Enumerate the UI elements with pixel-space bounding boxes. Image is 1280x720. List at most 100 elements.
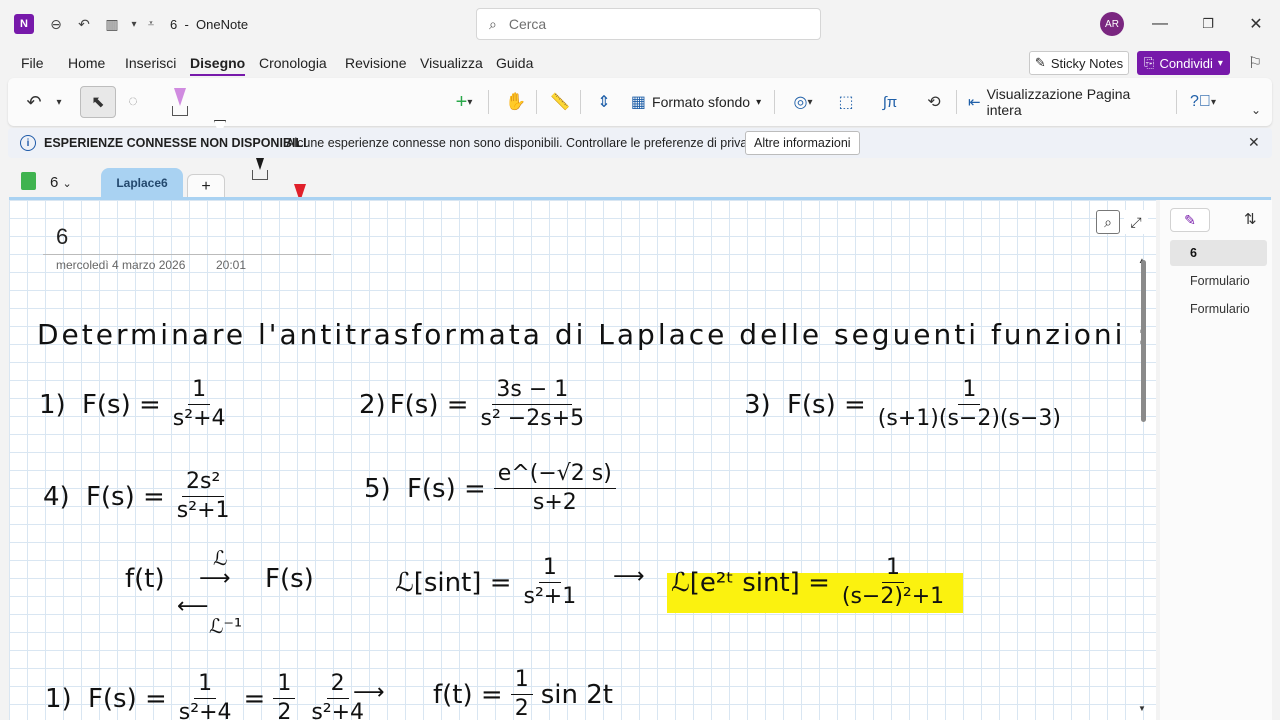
close-icon[interactable]: ✕ <box>1248 134 1260 151</box>
customize-toolbar-icon[interactable]: ⩡ <box>144 12 158 36</box>
minimize-icon[interactable]: — <box>1148 12 1172 36</box>
ribbon-divider <box>488 90 489 114</box>
menu-disegno[interactable]: Disegno <box>190 55 246 76</box>
ribbon-divider <box>580 90 581 114</box>
ink-shift-lhs: ℒ[e²ᵗ sint] = <box>671 567 830 598</box>
scroll-down-icon[interactable]: ▼ <box>1138 704 1146 713</box>
ink-p2-den: s² −2s+5 <box>480 406 585 432</box>
ink-to-math-icon[interactable]: ∫π <box>878 86 902 118</box>
full-page-view-label: Visualizzazione Pagina intera <box>986 86 1131 118</box>
pen-lilac-tip <box>174 88 186 106</box>
chevron-down-icon: ▾ <box>807 96 813 108</box>
menu-guida[interactable]: Guida <box>496 55 533 71</box>
ruler-icon[interactable]: 📏 <box>548 86 572 118</box>
more-info-button[interactable]: Altre informazioni <box>745 131 860 155</box>
insert-space-icon[interactable]: ⇕ <box>592 86 616 118</box>
lasso-select-icon[interactable]: ◌ <box>121 86 145 118</box>
ink-sin-den: s²+1 <box>523 584 577 610</box>
search-input[interactable]: ⌕ Cerca <box>476 8 821 40</box>
ink-sol1-result: f(t) = 12 sin 2t <box>433 667 613 720</box>
privacy-infobar: i ESPERIENZE CONNESSE NON DISPONIBILI Al… <box>8 128 1272 158</box>
ink-sol1-label: 1) <box>45 683 72 714</box>
back-icon[interactable]: ⊖ <box>46 12 66 36</box>
close-icon[interactable]: ✕ <box>1244 12 1268 36</box>
page-item-formulario[interactable]: Formulario <box>1170 268 1267 294</box>
ink-p3-den: (s+1)(s−2)(s−3) <box>877 406 1061 432</box>
chevron-down-icon: ▾ <box>467 96 473 108</box>
chevron-down-icon: ▾ <box>1210 96 1216 108</box>
ink-shift-fraction: 1 (s−2)²+1 <box>838 555 948 610</box>
ink-shift-den: (s−2)²+1 <box>841 584 945 610</box>
page-canvas[interactable]: 6 mercoledì 4 marzo 2026 20:01 ⌕ ⤢ Deter… <box>9 200 1156 720</box>
help-icon[interactable]: ?⃝ ▾ <box>1186 86 1220 118</box>
pen-toolbar-icon[interactable]: ▥ <box>100 12 124 36</box>
ink-p5-num: e^(−√2 s) <box>493 461 616 490</box>
ink-p3-fraction: 1 (s+1)(s−2)(s−3) <box>874 377 1065 432</box>
page-scrollbar[interactable]: ▲ ▼ <box>1138 256 1147 716</box>
undo-icon[interactable]: ↶ <box>22 86 46 118</box>
sort-pages-icon[interactable]: ⇅ <box>1244 210 1257 228</box>
menu-revisione[interactable]: Revisione <box>345 55 406 71</box>
feedback-icon[interactable]: ⚐ <box>1244 52 1266 74</box>
ink-problem-3: 3) F(s) = 1 (s+1)(s−2)(s−3) <box>744 377 1069 432</box>
ink-map-arrow-back: ⟵ <box>177 594 209 619</box>
ink-p1-num: 1 <box>188 377 211 406</box>
ink-p2-fraction: 3s − 1 s² −2s+5 <box>477 377 589 432</box>
page-item-6[interactable]: 6 <box>1170 240 1267 266</box>
sticky-notes-button[interactable]: ✎ Sticky Notes <box>1029 51 1129 75</box>
expand-icon[interactable]: ⤢ <box>1124 210 1148 234</box>
ink-to-shape-icon[interactable]: ⬚ <box>834 86 858 118</box>
page-item-formulario-2[interactable]: Formulario <box>1170 296 1267 322</box>
search-icon[interactable]: ⌕ <box>1096 210 1120 234</box>
ribbon-divider <box>956 90 957 114</box>
sticky-notes-label: Sticky Notes <box>1050 55 1124 71</box>
infobar-title: ESPERIENZE CONNESSE NON DISPONIBILI <box>44 136 307 150</box>
ink-heading: Determinare l'antitrasformata di Laplace… <box>37 318 1150 351</box>
ribbon-divider <box>536 90 537 114</box>
ink-p1-fraction: 1 s²+4 <box>169 377 230 431</box>
add-page-button[interactable]: ✎ <box>1170 208 1210 232</box>
ink-p3-label: 3) <box>744 389 771 420</box>
ink-p3-lhs: F(s) = <box>786 389 866 420</box>
shapes-icon[interactable]: ◎ ▾ <box>786 86 820 118</box>
share-icon: ⎘ <box>1144 55 1155 70</box>
select-tool-icon[interactable]: ⬉ <box>80 86 116 118</box>
restore-icon[interactable]: ❐ <box>1196 12 1220 36</box>
hand-pan-icon[interactable]: ✋ <box>504 86 528 118</box>
infobar-message: Alcune esperienze connesse non sono disp… <box>286 136 763 150</box>
pen-lilac[interactable] <box>170 86 190 118</box>
page-title[interactable]: 6 <box>56 224 68 250</box>
menu-file[interactable]: File <box>21 55 44 71</box>
ink-p5-label: 5) <box>364 473 391 504</box>
undo-icon[interactable]: ↶ <box>74 12 94 36</box>
add-section-button[interactable]: + <box>187 174 225 198</box>
background-format-button[interactable]: ▦ Formato sfondo ▾ <box>628 86 764 118</box>
share-button[interactable]: ⎘ Condividi ▾ <box>1137 51 1230 75</box>
chevron-down-icon[interactable]: ▾ <box>52 86 66 118</box>
page-time: 20:01 <box>216 258 247 272</box>
avatar[interactable]: AR <box>1100 12 1124 36</box>
chevron-down-icon: ▾ <box>1217 57 1223 69</box>
scrollbar-thumb[interactable] <box>1141 260 1146 422</box>
ink-replay-icon[interactable]: ⟲ <box>922 86 946 118</box>
add-pen-icon[interactable]: + ▾ <box>448 86 480 118</box>
menu-home[interactable]: Home <box>68 55 105 71</box>
ribbon-divider <box>1176 90 1177 114</box>
ink-p3-num: 1 <box>958 377 981 406</box>
menu-visualizza[interactable]: Visualizza <box>420 55 483 71</box>
new-page-icon: ✎ <box>1184 211 1196 228</box>
tab-laplace6[interactable]: Laplace6 <box>101 168 183 198</box>
search-icon: ⌕ <box>489 15 497 32</box>
ribbon-collapse-icon[interactable]: ⌄ <box>1248 94 1264 126</box>
menu-cronologia[interactable]: Cronologia <box>259 55 327 71</box>
ink-problem-4: 4) F(s) = 2s² s²+1 <box>43 469 238 523</box>
ink-p2-lhs: F(s) = <box>389 389 469 420</box>
chevron-down-icon[interactable]: ▾ <box>128 12 140 36</box>
notebook-selector[interactable]: 6 ⌄ <box>50 174 72 191</box>
menu-inserisci[interactable]: Inserisci <box>125 55 176 71</box>
notebook-bar: 6 ⌄ Laplace6 + <box>0 164 1280 198</box>
full-page-view-button[interactable]: ⇤ Visualizzazione Pagina intera <box>968 86 1164 118</box>
notebook-icon[interactable] <box>21 172 36 190</box>
ink-p4-lhs: F(s) = <box>85 481 165 512</box>
ink-sol1-coef-den: 2 <box>277 700 292 720</box>
